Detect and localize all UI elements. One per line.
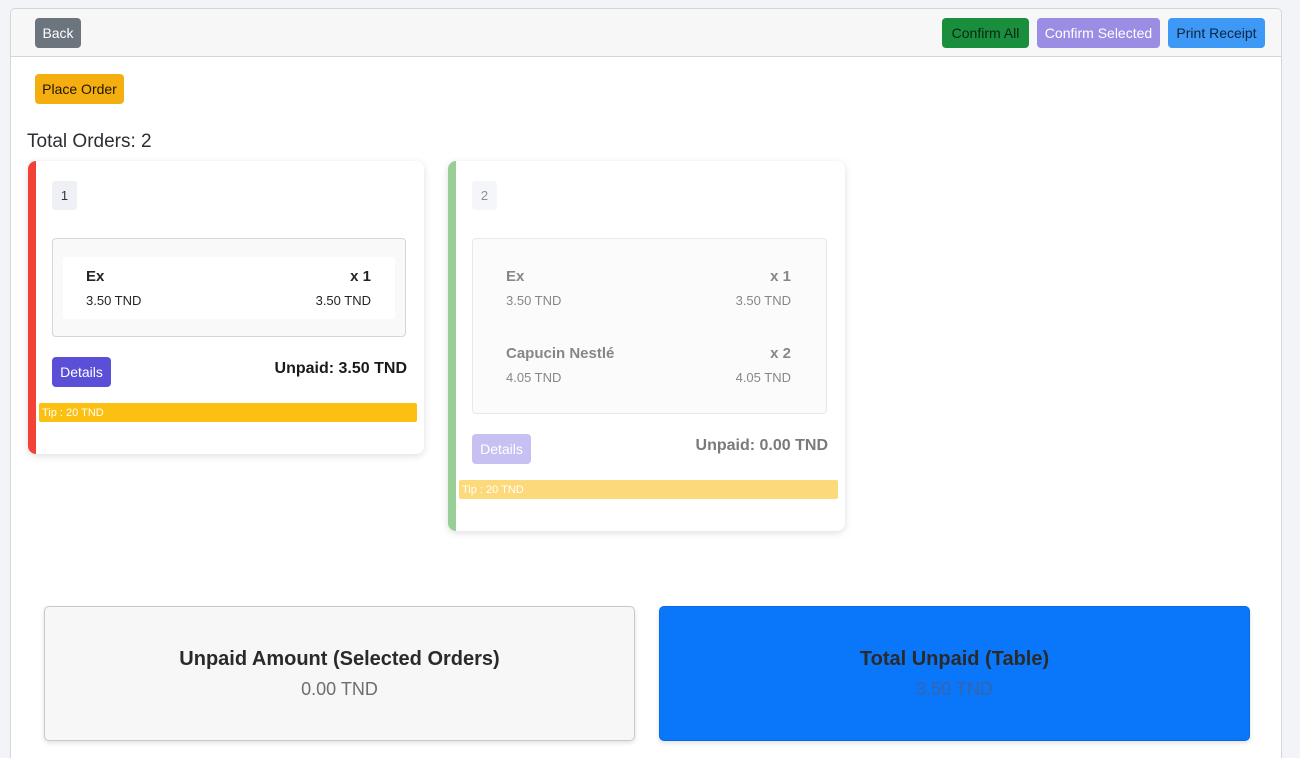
item-unit-price: 4.05 TND	[506, 370, 562, 385]
item-line-total: 3.50 TND	[315, 293, 371, 308]
item-unit-price: 3.50 TND	[506, 293, 562, 308]
unpaid-selected-summary: Unpaid Amount (Selected Orders) 0.00 TND	[44, 606, 635, 741]
back-button[interactable]: Back	[35, 18, 81, 48]
item-quantity: x 2	[770, 345, 791, 362]
order-items-list: Ex x 1 3.50 TND 3.50 TND	[52, 238, 406, 337]
print-receipt-button[interactable]: Print Receipt	[1168, 18, 1265, 48]
total-orders-heading: Total Orders: 2	[27, 131, 152, 152]
details-button[interactable]: Details	[472, 434, 531, 464]
order-card[interactable]: 2 Ex x 1 3.50 TND 3.50 TND Capucin Nestl…	[448, 161, 845, 531]
order-item: Ex x 1 3.50 TND 3.50 TND	[483, 257, 815, 319]
place-order-button[interactable]: Place Order	[35, 74, 124, 104]
confirm-all-button[interactable]: Confirm All	[942, 18, 1029, 48]
order-card[interactable]: 1 Ex x 1 3.50 TND 3.50 TND Details Unpai…	[28, 161, 424, 454]
main-panel: Back Confirm All Confirm Selected Print …	[10, 8, 1282, 758]
summary-value: 0.00 TND	[301, 678, 378, 699]
item-line-total: 4.05 TND	[735, 370, 791, 385]
top-toolbar: Back Confirm All Confirm Selected Print …	[11, 9, 1281, 57]
order-number-badge: 2	[472, 181, 497, 210]
details-button[interactable]: Details	[52, 357, 111, 387]
tip-bar: Tip : 20 TND	[39, 403, 417, 422]
order-number-badge: 1	[52, 181, 77, 210]
order-unpaid-amount: Unpaid: 0.00 TND	[695, 437, 828, 454]
total-unpaid-table-summary: Total Unpaid (Table) 3.50 TND	[659, 606, 1250, 741]
tip-bar: Tip : 20 TND	[459, 480, 838, 499]
confirm-selected-button[interactable]: Confirm Selected	[1037, 18, 1160, 48]
item-line-total: 3.50 TND	[735, 293, 791, 308]
item-name: Ex	[86, 268, 105, 285]
summary-title: Total Unpaid (Table)	[859, 647, 1050, 670]
item-unit-price: 3.50 TND	[86, 293, 142, 308]
order-unpaid-amount: Unpaid: 3.50 TND	[274, 360, 407, 377]
order-item: Ex x 1 3.50 TND 3.50 TND	[63, 257, 395, 319]
order-items-list: Ex x 1 3.50 TND 3.50 TND Capucin Nestlé …	[472, 238, 827, 414]
item-quantity: x 1	[770, 268, 791, 285]
summary-value: 3.50 TND	[916, 678, 993, 699]
item-name: Capucin Nestlé	[506, 345, 615, 362]
summary-title: Unpaid Amount (Selected Orders)	[179, 647, 500, 670]
item-name: Ex	[506, 268, 525, 285]
order-item: Capucin Nestlé x 2 4.05 TND 4.05 TND	[483, 334, 815, 396]
item-quantity: x 1	[350, 268, 371, 285]
